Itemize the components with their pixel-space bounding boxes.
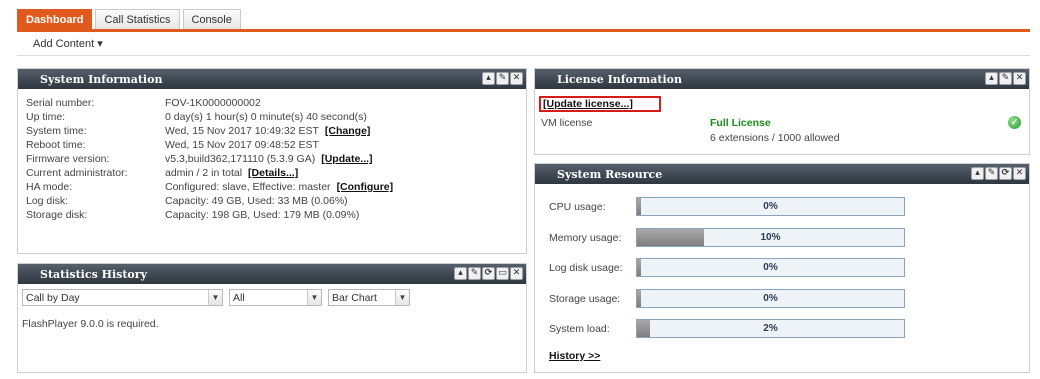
info-value: Capacity: 198 GB, Used: 179 MB (0.09%) — [165, 209, 360, 221]
edit-icon[interactable]: ✎ — [985, 167, 998, 180]
info-label: System time: — [26, 125, 87, 137]
period-select-value: Call by Day — [26, 291, 80, 304]
info-label: HA mode: — [26, 181, 73, 193]
history-link[interactable]: History >> — [549, 350, 600, 362]
update-license-link-box: [Update license...] — [539, 96, 661, 112]
refresh-icon[interactable]: ⟳ — [482, 267, 495, 280]
info-value: v5.3,build362,171110 (5.3.9 GA) — [165, 153, 316, 165]
info-value: Wed, 15 Nov 2017 09:48:52 EST — [165, 139, 319, 151]
license-status: Full License — [710, 117, 771, 129]
license-information-panel: License Information ▴ ✎ ✕ [Update licens… — [534, 68, 1030, 155]
minimize-icon[interactable]: ▴ — [454, 267, 467, 280]
panel-title: System Information — [40, 72, 163, 86]
panel-header: Statistics History ▴ ✎ ⟳ ▭ ✕ — [18, 264, 526, 284]
license-detail: 6 extensions / 1000 allowed — [710, 132, 840, 144]
toolbar: Add Content ▾ — [17, 32, 1030, 56]
info-value: admin / 2 in total — [165, 167, 243, 179]
chart-type-select-value: Bar Chart — [332, 291, 377, 304]
panel-title: Statistics History — [40, 267, 147, 281]
minimize-icon[interactable]: ▴ — [971, 167, 984, 180]
flashplayer-message: FlashPlayer 9.0.0 is required. — [22, 318, 159, 330]
panel-header: System Resource ▴ ✎ ⟳ ✕ — [535, 164, 1029, 184]
gauge-label-cpu: CPU usage: — [549, 201, 606, 213]
edit-icon[interactable]: ✎ — [999, 72, 1012, 85]
gauge-label-memory: Memory usage: — [549, 232, 622, 244]
gauge-value: 0% — [763, 262, 778, 273]
refresh-icon[interactable]: ⟳ — [999, 167, 1012, 180]
system-resource-panel: System Resource ▴ ✎ ⟳ ✕ CPU usage: 0% Me… — [534, 163, 1030, 373]
panel-title: License Information — [557, 72, 682, 86]
close-icon[interactable]: ✕ — [1013, 167, 1026, 180]
period-select[interactable]: Call by Day ▼ — [22, 289, 223, 306]
info-label: Serial number: — [26, 97, 95, 109]
add-content-menu[interactable]: Add Content ▾ — [33, 37, 103, 50]
update-license-link[interactable]: [Update license...] — [543, 98, 633, 110]
gauge-value: 0% — [763, 293, 778, 304]
info-value-with-link: admin / 2 in total [Details...] — [165, 167, 298, 179]
info-value: 0 day(s) 1 hour(s) 0 minute(s) 40 second… — [165, 111, 367, 123]
log-disk-usage-gauge: 0% — [636, 258, 905, 277]
close-icon[interactable]: ✕ — [1013, 72, 1026, 85]
close-icon[interactable]: ✕ — [510, 72, 523, 85]
update-firmware-link[interactable]: [Update...] — [321, 153, 372, 165]
chevron-down-icon: ▼ — [395, 290, 409, 305]
gauge-label-storage: Storage usage: — [549, 293, 621, 305]
info-value: Wed, 15 Nov 2017 10:49:32 EST — [165, 125, 319, 137]
info-value: Capacity: 49 GB, Used: 33 MB (0.06%) — [165, 195, 348, 207]
system-load-gauge: 2% — [636, 319, 905, 338]
edit-icon[interactable]: ✎ — [496, 72, 509, 85]
info-value-with-link: v5.3,build362,171110 (5.3.9 GA) [Update..… — [165, 153, 373, 165]
tab-bar: Dashboard Call Statistics Console — [17, 9, 1030, 32]
change-time-link[interactable]: [Change] — [325, 125, 371, 137]
info-value: FOV-1K0000000002 — [165, 97, 261, 109]
tab-console[interactable]: Console — [182, 9, 241, 29]
ha-configure-link[interactable]: [Configure] — [337, 181, 394, 193]
filter-select-value: All — [233, 291, 245, 304]
panel-title: System Resource — [557, 167, 663, 181]
maximize-icon[interactable]: ▭ — [496, 267, 509, 280]
system-information-panel: System Information ▴ ✎ ✕ Serial number: … — [17, 68, 527, 254]
chevron-down-icon: ▼ — [208, 290, 222, 305]
edit-icon[interactable]: ✎ — [468, 267, 481, 280]
panel-header: System Information ▴ ✎ ✕ — [18, 69, 526, 89]
vm-license-label: VM license — [541, 117, 593, 129]
tab-call-statistics[interactable]: Call Statistics — [95, 9, 180, 29]
filter-select[interactable]: All ▼ — [229, 289, 322, 306]
check-icon: ✓ — [1008, 116, 1021, 129]
info-label: Current administrator: — [26, 167, 128, 179]
info-value-with-link: Wed, 15 Nov 2017 10:49:32 EST [Change] — [165, 125, 370, 137]
info-label: Log disk: — [26, 195, 69, 207]
chart-type-select[interactable]: Bar Chart ▼ — [328, 289, 410, 306]
minimize-icon[interactable]: ▴ — [985, 72, 998, 85]
info-label: Storage disk: — [26, 209, 88, 221]
memory-usage-gauge: 10% — [636, 228, 905, 247]
gauge-label-log-disk: Log disk usage: — [549, 262, 623, 274]
panel-header: License Information ▴ ✎ ✕ — [535, 69, 1029, 89]
info-value: Configured: slave, Effective: master — [165, 181, 331, 193]
minimize-icon[interactable]: ▴ — [482, 72, 495, 85]
storage-usage-gauge: 0% — [636, 289, 905, 308]
statistics-history-panel: Statistics History ▴ ✎ ⟳ ▭ ✕ Call by Day… — [17, 263, 527, 373]
chevron-down-icon: ▼ — [307, 290, 321, 305]
tab-dashboard[interactable]: Dashboard — [17, 9, 93, 29]
gauge-label-system-load: System load: — [549, 323, 610, 335]
close-icon[interactable]: ✕ — [510, 267, 523, 280]
info-label: Reboot time: — [26, 139, 86, 151]
gauge-value: 10% — [760, 232, 781, 243]
cpu-usage-gauge: 0% — [636, 197, 905, 216]
gauge-value: 0% — [763, 201, 778, 212]
gauge-value: 2% — [763, 323, 778, 334]
info-label: Firmware version: — [26, 153, 110, 165]
info-label: Up time: — [26, 111, 66, 123]
info-value-with-link: Configured: slave, Effective: master [Con… — [165, 181, 393, 193]
admin-details-link[interactable]: [Details...] — [248, 167, 298, 179]
